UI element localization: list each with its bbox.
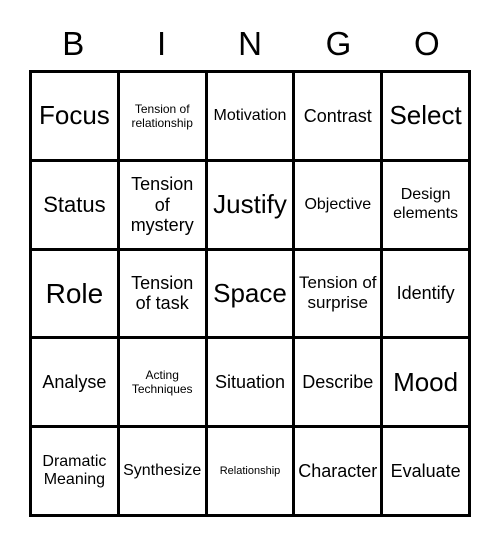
- bingo-cell-label: Tension of task: [131, 273, 194, 314]
- bingo-cell-label: Tension of relationship: [131, 101, 193, 130]
- bingo-cell-r5c4[interactable]: Character: [295, 428, 384, 517]
- bingo-cell-r5c1[interactable]: Dramatic Meaning: [32, 428, 120, 517]
- bingo-card: B I N G O Focus Tension of relationship Motiva…: [0, 0, 501, 544]
- bingo-cell-r4c2[interactable]: Acting Techniques: [119, 339, 208, 429]
- bingo-grid: Focus Tension of relationship Motivation Co…: [29, 70, 471, 517]
- bingo-cell-r1c3[interactable]: Motivation: [207, 73, 296, 162]
- bingo-cell-r5c5[interactable]: Evaluate: [383, 428, 471, 517]
- bingo-cell-r2c2[interactable]: Tension of mystery: [119, 161, 208, 251]
- bingo-cell-label: Contrast: [303, 105, 372, 126]
- bingo-cell-r4c1[interactable]: Analyse: [32, 339, 120, 429]
- bingo-cell-label: Situation: [214, 372, 286, 393]
- bingo-header-letter-2: I: [157, 25, 167, 62]
- bingo-cell-r3c4[interactable]: Tension of surprise: [295, 250, 384, 340]
- bingo-cell-label: Objective: [304, 195, 372, 213]
- bingo-cell-label: Describe: [302, 372, 374, 393]
- bingo-cell-r3c5[interactable]: Identify: [383, 250, 471, 340]
- bingo-header: BINGO: [29, 18, 471, 70]
- bingo-cell-label: Select: [389, 100, 462, 131]
- bingo-cell-label: Analyse: [42, 372, 107, 393]
- bingo-cell-r1c5[interactable]: Select: [383, 73, 471, 162]
- bingo-cell-label: Acting Techniques: [131, 367, 193, 397]
- bingo-cell-label: Design elements: [393, 186, 459, 222]
- bingo-cell-r4c5[interactable]: Mood: [383, 339, 471, 429]
- bingo-cell-label: Mood: [393, 366, 459, 397]
- bingo-cell-label: Focus: [38, 100, 110, 131]
- bingo-cell-label: Space: [213, 277, 287, 308]
- bingo-cell-r1c4[interactable]: Contrast: [295, 73, 384, 162]
- bingo-cell-r3c3[interactable]: Space: [207, 250, 296, 340]
- bingo-cell-r4c3[interactable]: Situation: [207, 339, 296, 429]
- bingo-cell-label: Tension of mystery: [130, 174, 194, 235]
- bingo-cell-r2c3[interactable]: Justify: [207, 161, 296, 251]
- bingo-cell-r4c4[interactable]: Describe: [295, 339, 384, 429]
- bingo-header-letter-1: B: [62, 25, 85, 62]
- bingo-cell-label: Character: [298, 461, 378, 482]
- bingo-cell-label: Evaluate: [390, 461, 461, 482]
- bingo-cell-r1c1[interactable]: Focus: [32, 73, 120, 162]
- bingo-cell-label: Synthesize: [123, 461, 202, 479]
- bingo-cell-r2c1[interactable]: Status: [32, 161, 120, 251]
- bingo-cell-label: Relationship: [219, 464, 281, 477]
- bingo-header-letter-3: N: [238, 25, 262, 62]
- bingo-cell-label: Justify: [213, 189, 287, 220]
- bingo-cell-r5c2[interactable]: Synthesize: [119, 428, 208, 517]
- bingo-cell-r3c2[interactable]: Tension of task: [119, 250, 208, 340]
- bingo-cell-label: Status: [43, 191, 106, 217]
- bingo-cell-label: Tension of surprise: [299, 273, 377, 313]
- bingo-cell-r1c2[interactable]: Tension of relationship: [119, 73, 208, 162]
- bingo-header-letter-4: G: [325, 25, 352, 62]
- bingo-cell-label: Role: [45, 277, 104, 309]
- bingo-cell-label: Identify: [396, 283, 455, 304]
- bingo-cell-label: Dramatic Meaning: [42, 452, 107, 489]
- bingo-cell-r2c5[interactable]: Design elements: [383, 161, 471, 251]
- bingo-cell-r2c4[interactable]: Objective: [295, 161, 384, 251]
- bingo-cell-r3c1[interactable]: Role: [32, 250, 120, 340]
- bingo-cell-r5c3[interactable]: Relationship: [207, 428, 296, 517]
- bingo-header-letter-5: O: [413, 25, 440, 62]
- bingo-cell-label: Motivation: [213, 106, 287, 124]
